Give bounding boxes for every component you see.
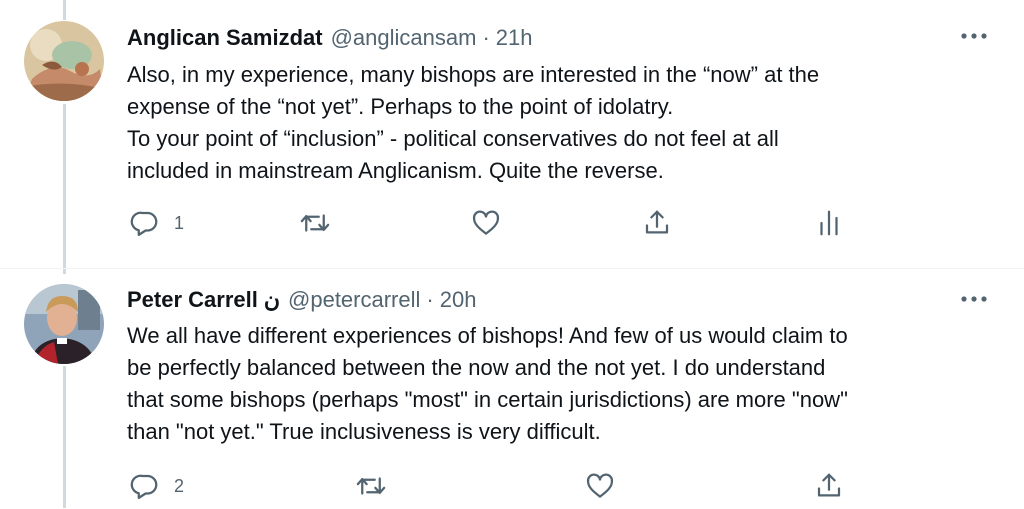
display-name[interactable]: Peter Carrell [127, 287, 258, 312]
timestamp[interactable]: 20h [440, 287, 477, 312]
tweet-actions: 1 [122, 203, 862, 243]
more-icon [961, 296, 987, 302]
tweet-text-line: expense of the “not yet”. Perhaps to the… [127, 94, 674, 119]
tweet-text-line: be perfectly balanced between the now an… [127, 355, 826, 380]
avatar[interactable] [24, 284, 104, 364]
analytics-button[interactable] [816, 203, 842, 243]
retweet-icon [300, 214, 330, 232]
display-name[interactable]: Anglican Samizdat [127, 25, 323, 50]
clergy-portrait-avatar-icon [24, 284, 104, 364]
retweet-button[interactable] [354, 466, 388, 506]
avatar[interactable] [24, 21, 104, 101]
more-button[interactable] [956, 26, 992, 46]
heart-icon [586, 473, 614, 498]
tweet-text: We all have different experiences of bis… [127, 320, 987, 448]
tweet-text-line: To your point of “inclusion” - political… [127, 126, 779, 151]
retweet-button[interactable] [298, 203, 332, 243]
user-handle[interactable]: @petercarrell [288, 287, 420, 312]
tweet-peter-carrell[interactable]: Peter Carrell ن @petercarrell · 20h We all h… [0, 268, 1024, 509]
heart-icon [472, 210, 500, 235]
share-icon [645, 210, 669, 234]
tweet-actions: 2 [122, 466, 862, 506]
tweet-text-line: Also, in my experience, many bishops are… [127, 62, 820, 87]
tweet-text-line: included in mainstream Anglicanism. Quit… [127, 158, 664, 183]
painting-avatar-icon [24, 21, 104, 101]
timestamp[interactable]: 21h [496, 25, 533, 50]
reply-icon [130, 474, 158, 499]
tweet-header: Peter Carrell ن @petercarrell · 20h [127, 286, 476, 314]
tweet-text-line: We all have different experiences of bis… [127, 323, 848, 348]
share-button[interactable] [642, 203, 672, 243]
share-button[interactable] [814, 466, 844, 506]
reply-button[interactable]: 2 [130, 466, 184, 506]
more-button[interactable] [956, 289, 992, 309]
tweet-text-line: than "not yet." True inclusiveness is ve… [127, 419, 601, 444]
tweet-anglican-samizdat[interactable]: Anglican Samizdat @anglicansam · 21h Also, … [0, 0, 1024, 268]
analytics-icon [820, 210, 838, 236]
tweet-text: Also, in my experience, many bishops are… [127, 59, 987, 187]
separator-dot: · [482, 25, 490, 50]
reply-button[interactable]: 1 [130, 203, 184, 243]
name-symbol: ن [263, 287, 281, 312]
separator-dot: · [426, 287, 434, 312]
like-button[interactable] [470, 203, 502, 243]
reply-count: 1 [174, 212, 185, 233]
reply-count: 2 [174, 475, 185, 496]
more-icon [961, 33, 987, 39]
tweet-text-line: that some bishops (perhaps "most" in cer… [127, 387, 848, 412]
reply-icon [130, 211, 158, 236]
user-handle[interactable]: @anglicansam [331, 25, 477, 50]
share-icon [817, 473, 841, 497]
like-button[interactable] [584, 466, 616, 506]
retweet-icon [356, 477, 386, 495]
tweet-header: Anglican Samizdat @anglicansam · 21h [127, 24, 533, 52]
